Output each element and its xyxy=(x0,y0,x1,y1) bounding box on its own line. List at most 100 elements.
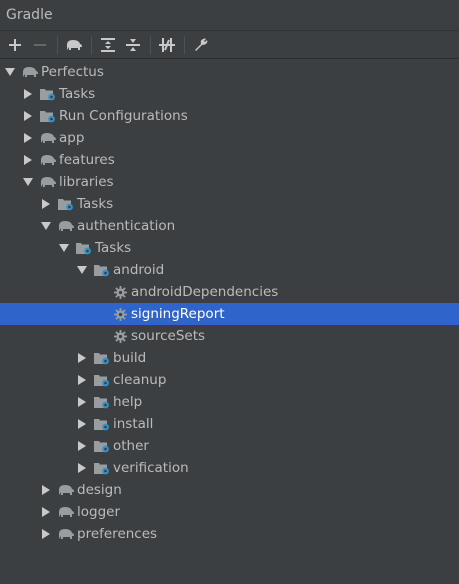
tree-row-logger[interactable]: logger xyxy=(0,501,459,523)
tree-row-label: other xyxy=(113,438,149,454)
tree-row-help[interactable]: help xyxy=(0,391,459,413)
tree-row-cleanup[interactable]: cleanup xyxy=(0,369,459,391)
tree-row-preferences[interactable]: preferences xyxy=(0,523,459,545)
tree-row-label: preferences xyxy=(77,526,158,542)
chevron-right-icon[interactable] xyxy=(76,374,88,386)
tasks-folder-icon xyxy=(94,460,110,476)
chevron-right-icon[interactable] xyxy=(76,418,88,430)
tree-row-signingreport[interactable]: signingReport xyxy=(0,303,459,325)
tree-row-label: design xyxy=(77,482,122,498)
gradle-elephant-icon xyxy=(40,130,56,146)
panel-title: Gradle xyxy=(0,0,459,31)
tree-row-label: Perfectus xyxy=(41,64,104,80)
tree-row-authentication[interactable]: authentication xyxy=(0,215,459,237)
tasks-folder-icon xyxy=(76,240,92,256)
chevron-right-icon[interactable] xyxy=(40,528,52,540)
chevron-right-icon[interactable] xyxy=(40,198,52,210)
gradle-elephant-icon[interactable] xyxy=(63,34,85,56)
tree-row-run-configurations[interactable]: Run Configurations xyxy=(0,105,459,127)
tasks-folder-icon xyxy=(94,416,110,432)
tree-row-label: libraries xyxy=(59,174,114,190)
tree-row-label: androidDependencies xyxy=(131,284,279,300)
tree-row-install[interactable]: install xyxy=(0,413,459,435)
tree-row-tasks[interactable]: Tasks xyxy=(0,193,459,215)
collapse-all-icon[interactable] xyxy=(122,34,144,56)
tasks-folder-icon xyxy=(94,372,110,388)
tree-row-libraries[interactable]: libraries xyxy=(0,171,459,193)
tree-row-design[interactable]: design xyxy=(0,479,459,501)
chevron-right-icon[interactable] xyxy=(76,440,88,452)
tree-row-label: features xyxy=(59,152,115,168)
toolbar-separator xyxy=(57,35,58,54)
gradle-elephant-icon xyxy=(58,218,74,234)
tree-row-label: install xyxy=(113,416,154,432)
tree-row-label: help xyxy=(113,394,143,410)
tasks-folder-icon xyxy=(94,394,110,410)
chevron-right-icon[interactable] xyxy=(22,154,34,166)
wrench-icon[interactable] xyxy=(190,34,212,56)
chevron-down-icon[interactable] xyxy=(76,264,88,276)
tree-row-verification[interactable]: verification xyxy=(0,457,459,479)
toolbar-separator xyxy=(184,35,185,54)
gradle-project-tree: Perfectus Tasks Run Configurations app featu… xyxy=(0,59,459,545)
gradle-elephant-icon xyxy=(58,526,74,542)
tree-row-label: authentication xyxy=(77,218,176,234)
tree-row-label: android xyxy=(113,262,165,278)
tree-row-label: verification xyxy=(113,460,189,476)
tree-row-build[interactable]: build xyxy=(0,347,459,369)
tree-row-label: Tasks xyxy=(77,196,114,212)
gradle-elephant-icon xyxy=(40,174,56,190)
tree-row-android[interactable]: android xyxy=(0,259,459,281)
expand-all-icon[interactable] xyxy=(97,34,119,56)
gradle-elephant-icon xyxy=(58,504,74,520)
tree-row-perfectus[interactable]: Perfectus xyxy=(0,61,459,83)
chevron-right-icon[interactable] xyxy=(76,462,88,474)
gradle-toolbar xyxy=(0,31,459,59)
tree-row-label: build xyxy=(113,350,147,366)
tasks-folder-icon xyxy=(40,108,56,124)
tree-row-tasks[interactable]: Tasks xyxy=(0,83,459,105)
chevron-down-icon[interactable] xyxy=(40,220,52,232)
task-gear-icon xyxy=(112,284,128,300)
chevron-right-icon[interactable] xyxy=(40,506,52,518)
chevron-right-icon[interactable] xyxy=(76,396,88,408)
tree-row-label: signingReport xyxy=(131,306,225,322)
gradle-elephant-icon xyxy=(58,482,74,498)
chevron-right-icon[interactable] xyxy=(22,132,34,144)
tree-row-label: app xyxy=(59,130,85,146)
tree-row-tasks[interactable]: Tasks xyxy=(0,237,459,259)
tree-row-label: cleanup xyxy=(113,372,167,388)
tasks-folder-icon xyxy=(94,262,110,278)
toggle-offline-icon[interactable] xyxy=(156,34,178,56)
chevron-right-icon[interactable] xyxy=(22,110,34,122)
tree-row-androiddependencies[interactable]: androidDependencies xyxy=(0,281,459,303)
chevron-down-icon[interactable] xyxy=(4,66,16,78)
add-icon[interactable] xyxy=(4,34,26,56)
chevron-down-icon[interactable] xyxy=(58,242,70,254)
tree-row-features[interactable]: features xyxy=(0,149,459,171)
tasks-folder-icon xyxy=(40,86,56,102)
tree-row-sourcesets[interactable]: sourceSets xyxy=(0,325,459,347)
tree-row-label: Run Configurations xyxy=(59,108,188,124)
chevron-right-icon[interactable] xyxy=(76,352,88,364)
gradle-elephant-icon xyxy=(22,64,38,80)
tree-row-label: Tasks xyxy=(95,240,132,256)
gradle-elephant-icon xyxy=(40,152,56,168)
chevron-right-icon[interactable] xyxy=(22,88,34,100)
remove-icon[interactable] xyxy=(29,34,51,56)
tasks-folder-icon xyxy=(94,350,110,366)
chevron-right-icon[interactable] xyxy=(40,484,52,496)
chevron-down-icon[interactable] xyxy=(22,176,34,188)
toolbar-separator xyxy=(150,35,151,54)
tree-row-label: logger xyxy=(77,504,121,520)
tree-row-label: sourceSets xyxy=(131,328,206,344)
tree-row-app[interactable]: app xyxy=(0,127,459,149)
tree-row-label: Tasks xyxy=(59,86,96,102)
tasks-folder-icon xyxy=(58,196,74,212)
task-gear-icon xyxy=(112,306,128,322)
toolbar-separator xyxy=(91,35,92,54)
gradle-tool-window: Gradle Perfectus Tasks Run Configurations a… xyxy=(0,0,459,584)
tree-row-other[interactable]: other xyxy=(0,435,459,457)
task-gear-icon xyxy=(112,328,128,344)
tasks-folder-icon xyxy=(94,438,110,454)
